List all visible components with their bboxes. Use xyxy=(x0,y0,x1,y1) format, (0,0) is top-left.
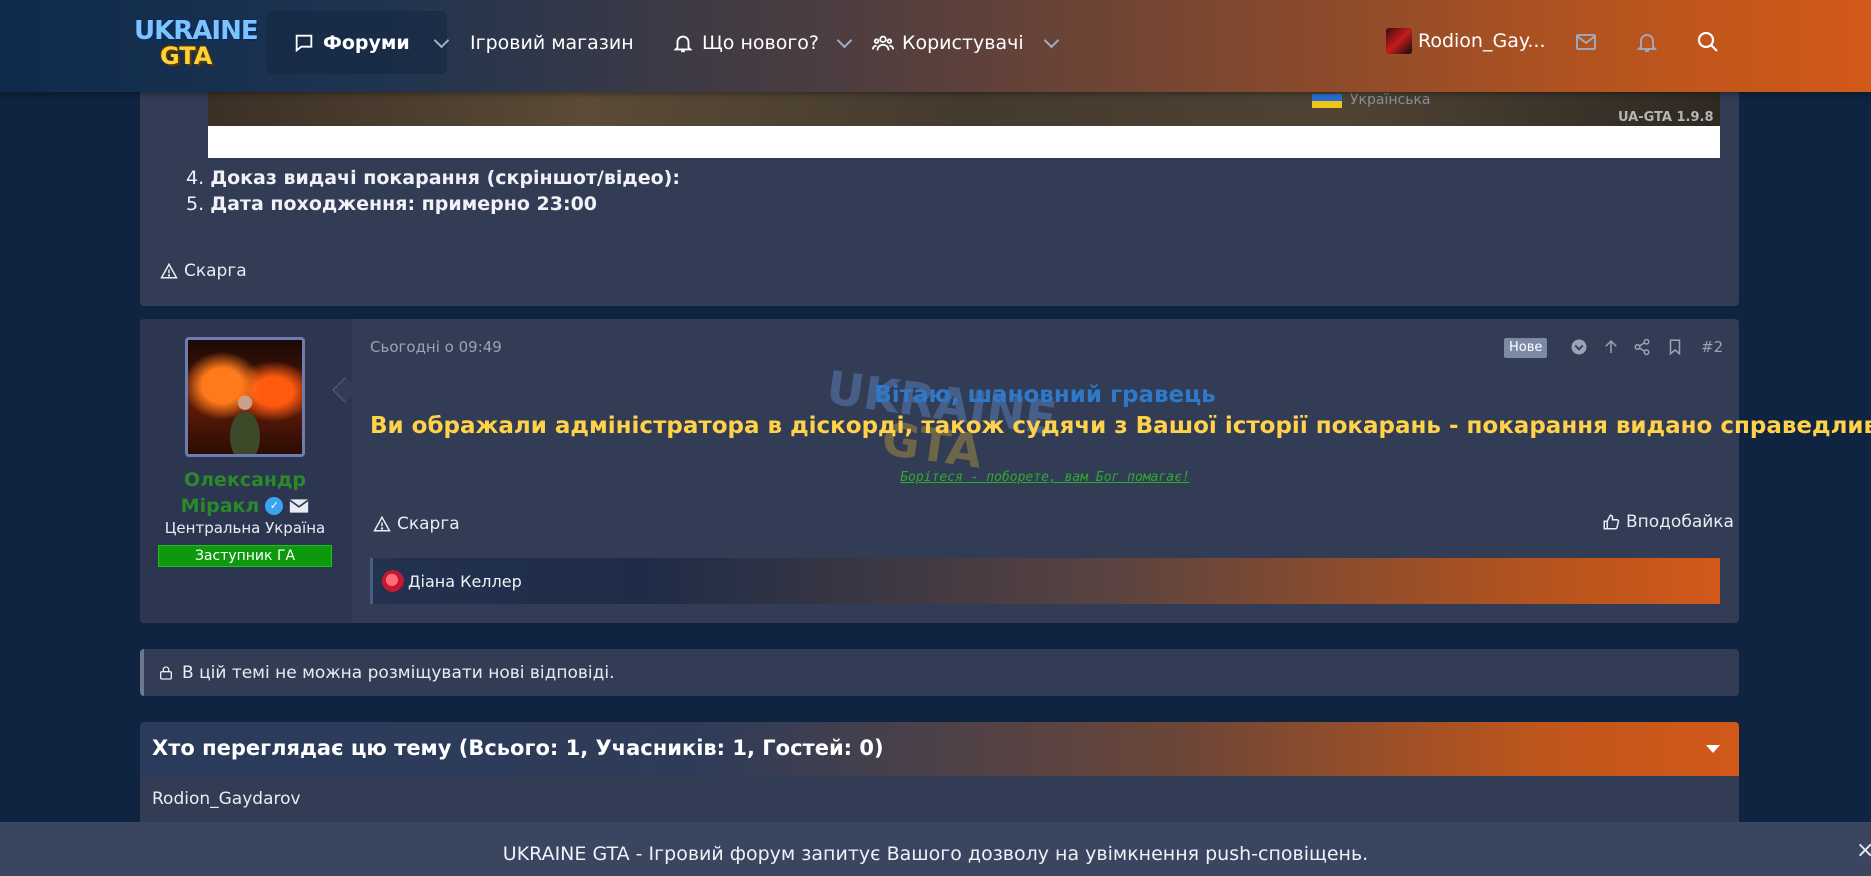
report-link-label: Скарга xyxy=(397,514,460,534)
viewers-block-body xyxy=(140,776,1739,826)
chat-bubble-icon xyxy=(293,32,315,54)
nav-whats-new[interactable]: Що нового? xyxy=(672,30,853,56)
author-location: Центральна Україна xyxy=(164,519,326,537)
site-logo[interactable]: UKRAINE GTA xyxy=(130,12,259,70)
author-name-row: Міракл ✓ xyxy=(181,493,310,519)
screenshot-version-label: UA-GTA 1.9.8 xyxy=(1618,110,1714,125)
nav-whats-new-label: Що нового? xyxy=(702,32,820,54)
post-verdict: Ви ображали адміністратора в діскорді, т… xyxy=(370,413,1871,439)
list-item-text: Дата походження: примерно 23:00 xyxy=(210,193,598,215)
avatar xyxy=(1386,28,1412,54)
author-name-line1: Олександр xyxy=(183,469,306,491)
top-navigation: UKRAINE GTA Форуми Ігровий магазин Що но… xyxy=(0,0,1871,92)
post-date[interactable]: Сьогодні о 09:49 xyxy=(370,338,502,356)
thread-locked-notice: В цій темі не можна розміщувати нові від… xyxy=(140,649,1739,696)
nav-forums-label: Форуми xyxy=(323,32,410,54)
nav-users[interactable]: Користувачі xyxy=(872,30,1059,56)
new-badge: Нове xyxy=(1504,338,1548,358)
ukraine-flag-icon xyxy=(1312,94,1342,108)
list-item-number: 5. xyxy=(186,193,205,215)
chevron-down-icon[interactable] xyxy=(836,32,853,48)
close-icon[interactable]: × xyxy=(1856,838,1871,863)
nav-users-label: Користувачі xyxy=(902,32,1024,54)
arrow-up-icon[interactable] xyxy=(1602,338,1620,356)
bookmark-icon[interactable] xyxy=(1666,338,1684,356)
embedded-screenshot xyxy=(208,92,1720,126)
avatar[interactable] xyxy=(185,337,305,457)
account-menu[interactable]: Rodion_Gay... xyxy=(1386,28,1546,54)
report-link[interactable]: Скарга xyxy=(373,514,460,534)
liker-link[interactable]: Діана Келлер xyxy=(382,570,522,592)
avatar xyxy=(382,570,404,592)
users-icon xyxy=(872,32,894,54)
nav-game-shop-label: Ігровий магазин xyxy=(470,32,634,54)
post-greeting: Вітаю, шановний гравець xyxy=(874,382,1216,408)
image-white-strip xyxy=(208,126,1720,158)
nav-forums[interactable]: Форуми xyxy=(293,30,450,56)
author-name-line2: Міракл xyxy=(180,495,260,517)
like-button[interactable]: Вподобайка xyxy=(1602,512,1734,532)
thumbs-up-icon xyxy=(1603,514,1620,530)
warning-icon xyxy=(373,515,391,532)
author-role-badge: Заступник ГА xyxy=(158,545,332,567)
viewers-block-title: Хто переглядає цю тему (Всього: 1, Учасн… xyxy=(152,736,884,760)
list-item-number: 4. xyxy=(186,167,205,189)
report-link[interactable]: Скарга xyxy=(160,261,247,281)
post-number[interactable]: #2 xyxy=(1701,338,1723,356)
bell-icon xyxy=(672,32,694,54)
viewer-username[interactable]: Rodion_Gaydarov xyxy=(152,789,301,809)
thread-locked-text: В цій темі не можна розміщувати нові від… xyxy=(182,662,615,683)
list-item-text: Доказ видачі покарання (скріншот/відео): xyxy=(210,167,680,189)
envelope-icon[interactable] xyxy=(289,498,309,514)
warning-icon xyxy=(160,262,178,279)
search-icon[interactable] xyxy=(1696,30,1720,54)
screenshot-language-label: Українська xyxy=(1350,92,1431,108)
envelope-icon[interactable] xyxy=(1574,30,1598,54)
push-permission-text: UKRAINE GTA - Ігровий форум запитує Вашо… xyxy=(502,843,1369,865)
chevron-down-icon[interactable] xyxy=(1043,32,1059,48)
caret-down-icon[interactable] xyxy=(1706,745,1720,753)
author-name[interactable]: Олександр Міракл ✓ xyxy=(152,467,338,519)
liker-name: Діана Келлер xyxy=(408,571,522,591)
lock-icon xyxy=(160,665,172,680)
bell-icon[interactable] xyxy=(1635,30,1659,54)
list-item: 5. Дата походження: примерно 23:00 xyxy=(186,193,597,215)
share-icon[interactable] xyxy=(1633,338,1651,356)
verified-badge-icon: ✓ xyxy=(265,497,284,515)
chevron-down-icon[interactable] xyxy=(433,32,450,48)
nav-game-shop[interactable]: Ігровий магазин xyxy=(470,30,634,56)
reactions-bar xyxy=(370,558,1720,604)
like-button-label: Вподобайка xyxy=(1626,512,1734,532)
list-item: 4. Доказ видачі покарання (скріншот/віде… xyxy=(186,167,680,189)
post-signature[interactable]: Борітеся - поборете, вам Бог помагає! xyxy=(370,470,1720,485)
report-link-label: Скарга xyxy=(184,261,247,281)
chevron-circle-icon[interactable] xyxy=(1570,338,1588,356)
account-username: Rodion_Gay... xyxy=(1418,30,1546,52)
logo-text-gta: GTA xyxy=(160,42,213,70)
